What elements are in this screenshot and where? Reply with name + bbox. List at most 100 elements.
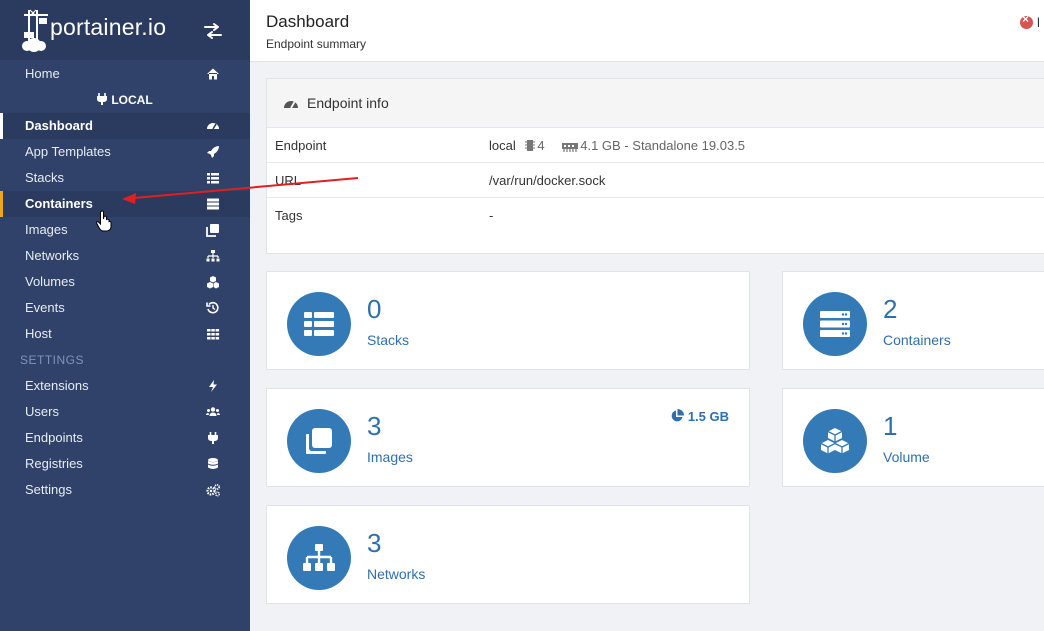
sidebar-item-stacks[interactable]: Stacks bbox=[0, 165, 250, 191]
sidebar-item-users[interactable]: Users bbox=[0, 399, 250, 425]
containers-tile-icon-circle bbox=[803, 292, 867, 356]
endpoint-mode: - Standalone 19.03.5 bbox=[624, 138, 746, 153]
networks-count: 3 bbox=[367, 528, 382, 558]
sidebar-item-label: Home bbox=[25, 66, 60, 81]
microchip-icon bbox=[525, 140, 536, 151]
th-icon bbox=[207, 329, 220, 340]
sidebar-item-extensions[interactable]: Extensions bbox=[0, 373, 250, 399]
sidebar-section-settings: SETTINGS bbox=[20, 353, 85, 367]
page-header: Dashboard Endpoint summary l bbox=[250, 0, 1044, 62]
volumes-tile[interactable]: 1 Volume bbox=[782, 388, 1044, 487]
sidebar-item-label: Dashboard bbox=[25, 118, 93, 133]
sidebar-item-endpoints[interactable]: Endpoints bbox=[0, 425, 250, 451]
brand-header: portainer.io bbox=[0, 0, 250, 60]
images-tile-icon-circle bbox=[287, 409, 351, 473]
url-row: URL /var/run/docker.sock bbox=[267, 163, 1044, 198]
clone-icon bbox=[206, 224, 219, 237]
users-icon bbox=[206, 407, 220, 416]
sidebar-item-label: Settings bbox=[25, 482, 72, 497]
sidebar-item-volumes[interactable]: Volumes bbox=[0, 269, 250, 295]
volumes-count: 1 bbox=[883, 411, 898, 441]
server-icon bbox=[820, 311, 850, 337]
sidebar-item-registries[interactable]: Registries bbox=[0, 451, 250, 477]
endpoint-name: local bbox=[489, 138, 516, 153]
networks-tile[interactable]: 3 Networks bbox=[266, 505, 750, 604]
error-icon bbox=[1020, 12, 1033, 30]
database-icon bbox=[208, 458, 218, 469]
endpoint-memory: 4.1 GB bbox=[580, 138, 621, 153]
sitemap-icon bbox=[206, 250, 220, 262]
th-list-icon bbox=[207, 173, 219, 184]
sidebar-item-networks[interactable]: Networks bbox=[0, 243, 250, 269]
stacks-tile-icon-circle bbox=[287, 292, 351, 356]
sidebar-item-app-templates[interactable]: App Templates bbox=[0, 139, 250, 165]
sidebar-item-label: Host bbox=[25, 326, 52, 341]
sitemap-icon bbox=[303, 544, 335, 571]
tachometer-icon bbox=[284, 101, 298, 109]
history-icon bbox=[206, 301, 219, 314]
sidebar-item-label: Images bbox=[25, 222, 68, 237]
pie-chart-icon bbox=[671, 409, 684, 422]
sidebar-item-label: Networks bbox=[25, 248, 80, 263]
images-label: Images bbox=[367, 449, 413, 465]
volumes-tile-icon-circle bbox=[803, 409, 867, 473]
sidebar-item-settings[interactable]: Settings bbox=[0, 477, 250, 503]
plug-icon bbox=[208, 432, 218, 444]
bolt-icon bbox=[209, 380, 217, 392]
sidebar-item-dashboard[interactable]: Dashboard bbox=[0, 113, 250, 139]
containers-tile[interactable]: 2 Containers bbox=[782, 271, 1044, 370]
row-value: - bbox=[489, 208, 494, 223]
brand-name[interactable]: portainer.io bbox=[50, 14, 166, 41]
sidebar-endpoint-name: LOCAL bbox=[0, 87, 250, 113]
endpoint-info-panel: Endpoint info Endpoint local 4 4.1 GB - … bbox=[266, 78, 1044, 254]
toggle-sidebar-icon[interactable] bbox=[203, 22, 223, 40]
sidebar-item-label: Users bbox=[25, 404, 59, 419]
sidebar-item-home[interactable]: Home bbox=[0, 61, 250, 87]
images-tile[interactable]: 3 Images 1.5 GB bbox=[266, 388, 750, 487]
sidebar: portainer.io Home LOCAL Dashboard App Te… bbox=[0, 0, 250, 631]
endpoint-cpu: 4 bbox=[537, 138, 545, 153]
page-title: Dashboard bbox=[266, 12, 350, 31]
sidebar-item-label: Endpoints bbox=[25, 430, 83, 445]
sidebar-item-label: Extensions bbox=[25, 378, 89, 393]
sidebar-item-label: Events bbox=[25, 300, 65, 315]
sidebar-item-host[interactable]: Host bbox=[0, 321, 250, 347]
sidebar-item-containers[interactable]: Containers bbox=[0, 191, 250, 217]
memory-icon bbox=[562, 143, 579, 152]
stacks-tile[interactable]: 0 Stacks bbox=[266, 271, 750, 370]
stacks-label: Stacks bbox=[367, 332, 410, 348]
tachometer-icon bbox=[207, 123, 219, 130]
page-subtitle: Endpoint summary bbox=[266, 37, 367, 51]
networks-label: Networks bbox=[367, 566, 426, 582]
server-icon bbox=[207, 198, 219, 210]
cubes-icon bbox=[207, 276, 219, 289]
row-value: /var/run/docker.sock bbox=[489, 173, 606, 188]
sidebar-item-images[interactable]: Images bbox=[0, 217, 250, 243]
hand-cursor-icon bbox=[96, 210, 112, 232]
tags-row: Tags - bbox=[267, 198, 1044, 233]
portainer-logo-icon[interactable] bbox=[22, 8, 52, 52]
row-key: URL bbox=[275, 173, 302, 188]
clone-icon bbox=[306, 428, 332, 454]
sidebar-item-label: Stacks bbox=[25, 170, 65, 185]
home-icon bbox=[207, 68, 219, 80]
row-value: local 4 4.1 GB - Standalone 19.03.5 bbox=[489, 138, 745, 153]
cubes-icon bbox=[820, 428, 850, 454]
row-key: Tags bbox=[275, 208, 303, 223]
endpoint-info-title: Endpoint info bbox=[307, 95, 389, 111]
cogs-icon bbox=[206, 484, 220, 497]
containers-count: 2 bbox=[883, 294, 898, 324]
sidebar-nav: Home LOCAL Dashboard App Templates Stack… bbox=[0, 61, 250, 503]
stacks-count: 0 bbox=[367, 294, 382, 324]
containers-label: Containers bbox=[883, 332, 951, 348]
endpoint-row: Endpoint local 4 4.1 GB - Standalone 19.… bbox=[267, 128, 1044, 163]
th-list-icon bbox=[304, 312, 334, 336]
images-count: 3 bbox=[367, 411, 382, 441]
connection-status-text: l bbox=[1037, 15, 1040, 31]
endpoint-info-header: Endpoint info bbox=[267, 79, 1044, 128]
rocket-icon bbox=[207, 146, 219, 158]
connection-status[interactable]: l bbox=[1020, 12, 1044, 31]
plug-icon bbox=[97, 93, 108, 105]
row-key: Endpoint bbox=[275, 138, 327, 153]
sidebar-item-events[interactable]: Events bbox=[0, 295, 250, 321]
